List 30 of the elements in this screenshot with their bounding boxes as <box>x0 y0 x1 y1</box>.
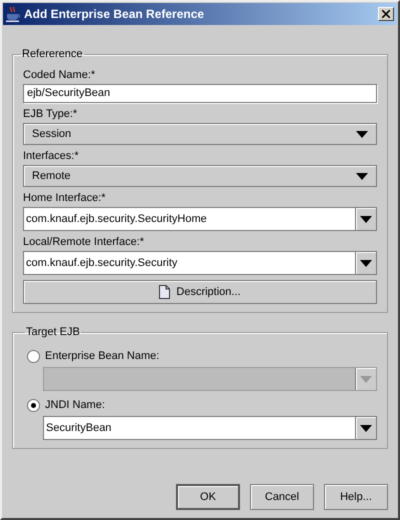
dialog-button[interactable]: Help... <box>324 484 388 510</box>
field-label: Local/Remote Interface:* <box>23 236 146 249</box>
combo-box[interactable]: com.knauf.ejb.security.SecurityHome <box>23 207 377 231</box>
caret-icon <box>356 172 368 180</box>
group-title: Refererence <box>21 48 84 60</box>
window-title: Add Enterprise Bean Reference <box>24 7 206 21</box>
field-label: Home Interface:* <box>23 192 107 205</box>
caret-icon <box>360 216 372 222</box>
group-title: Target EJB <box>25 326 81 338</box>
description-button[interactable]: Description... <box>23 280 377 304</box>
field-label: Interfaces:* <box>23 150 80 163</box>
close-icon <box>382 10 390 18</box>
field-label: EJB Type:* <box>23 108 78 121</box>
caret-icon <box>356 130 368 138</box>
combo-box[interactable]: SecurityBean <box>43 416 377 440</box>
dropdown[interactable]: Session <box>23 123 377 145</box>
dialog-button[interactable]: Cancel <box>250 484 314 510</box>
field-label: Coded Name:* <box>23 69 96 82</box>
caret-icon <box>360 376 372 382</box>
radio-button[interactable] <box>27 398 40 412</box>
text-field[interactable]: ejb/SecurityBean <box>23 84 377 103</box>
document-icon <box>159 285 170 299</box>
dialog-button[interactable]: OK <box>176 484 240 510</box>
combo-box[interactable]: com.knauf.ejb.security.Security <box>23 251 377 275</box>
radio-label[interactable]: JNDI Name: <box>45 399 105 411</box>
caret-icon <box>360 424 372 432</box>
close-button[interactable] <box>378 7 394 21</box>
coffee-cup-icon <box>6 6 20 22</box>
caret-icon <box>360 260 372 266</box>
dropdown[interactable]: Remote <box>23 165 377 187</box>
